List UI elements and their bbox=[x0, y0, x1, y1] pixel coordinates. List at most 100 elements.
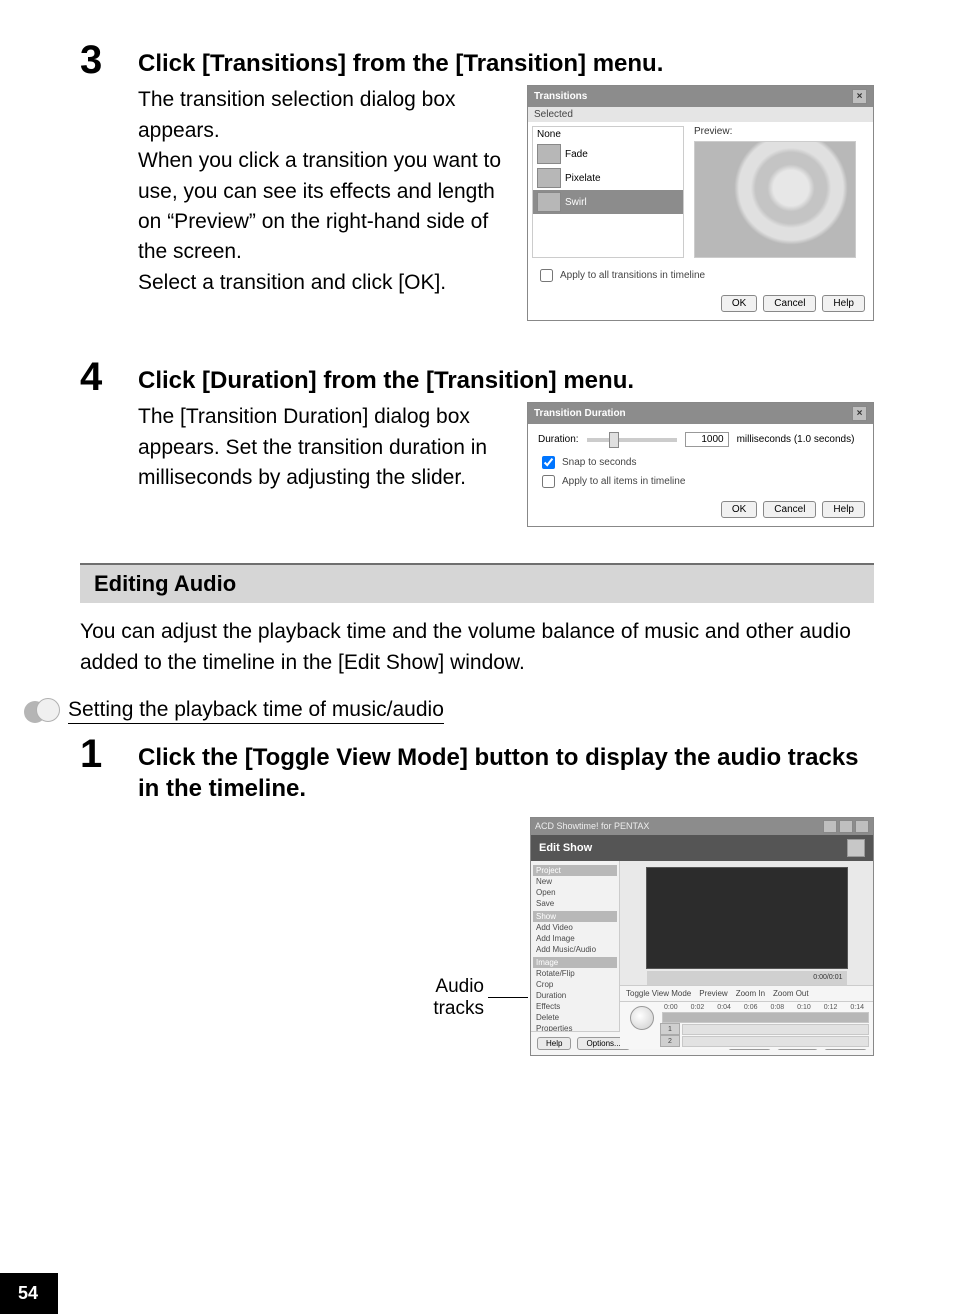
header-title: Edit Show bbox=[539, 842, 592, 854]
window-header: Edit Show bbox=[531, 835, 873, 861]
dial-icon[interactable] bbox=[630, 1006, 654, 1030]
video-track-bar[interactable] bbox=[662, 1012, 869, 1023]
window-body: Project New Open Save Show Add Video Add… bbox=[531, 861, 873, 1031]
step-number: 4 bbox=[80, 357, 138, 397]
maximize-icon[interactable] bbox=[839, 820, 853, 833]
transition-item-pixelate[interactable]: Pixelate bbox=[533, 166, 683, 190]
playbar[interactable]: 0:00/0:01 bbox=[647, 971, 847, 985]
help-button[interactable]: Help bbox=[537, 1037, 571, 1050]
audio-track-2[interactable]: 2 bbox=[660, 1036, 869, 1047]
step-row: The [Transition Duration] dialog box app… bbox=[138, 402, 874, 527]
preview-button[interactable]: Preview bbox=[699, 989, 727, 998]
transition-item-swirl[interactable]: Swirl bbox=[533, 190, 683, 214]
duration-input[interactable]: 1000 bbox=[685, 432, 729, 447]
sidebar-item-open[interactable]: Open bbox=[533, 887, 617, 898]
sidebar-item-addmusic[interactable]: Add Music/Audio bbox=[533, 944, 617, 955]
timeline-rows: 0:00 0:02 0:04 0:06 0:08 0:10 0:12 0:14 bbox=[660, 1004, 869, 1047]
audio-track-1[interactable]: 1 bbox=[660, 1024, 869, 1035]
ok-button[interactable]: OK bbox=[721, 295, 757, 312]
dialog-title: Transition Duration bbox=[534, 408, 626, 419]
sidebar-item-effects[interactable]: Effects bbox=[533, 1001, 617, 1012]
header-icon[interactable] bbox=[847, 839, 865, 857]
footer-left: Help Options... bbox=[537, 1037, 630, 1050]
audio-track-bar[interactable] bbox=[682, 1036, 869, 1047]
apply-all-checkbox[interactable]: Apply to all transitions in timeline bbox=[536, 266, 705, 285]
dialog-buttons: OK Cancel Help bbox=[528, 289, 873, 320]
dialog-section-label: Selected bbox=[528, 107, 873, 122]
checkbox-input[interactable] bbox=[542, 475, 555, 488]
checkbox-label: Snap to seconds bbox=[562, 457, 637, 468]
duration-label: Duration: bbox=[538, 434, 579, 445]
dialog-titlebar: Transitions × bbox=[528, 86, 873, 107]
minimize-icon[interactable] bbox=[823, 820, 837, 833]
transition-list[interactable]: None Fade Pixelate bbox=[532, 126, 684, 258]
track-label: 1 bbox=[660, 1023, 680, 1035]
transitions-dialog: Transitions × Selected None Fade bbox=[527, 85, 874, 321]
cancel-button[interactable]: Cancel bbox=[763, 295, 816, 312]
checkbox-input[interactable] bbox=[540, 269, 553, 282]
zoom-out-button[interactable]: Zoom Out bbox=[773, 989, 809, 998]
sidebar-group-project: Project bbox=[533, 865, 617, 876]
snap-checkbox[interactable]: Snap to seconds bbox=[538, 453, 637, 472]
ruler-tick: 0:02 bbox=[691, 1004, 705, 1011]
step-text: The transition selection dialog box appe… bbox=[138, 85, 509, 298]
step-4: 4 Click [Duration] from the [Transition]… bbox=[80, 357, 874, 527]
sidebar-group-image: Image bbox=[533, 957, 617, 968]
section-heading: Editing Audio bbox=[80, 563, 874, 603]
dialog-title: Transitions bbox=[534, 91, 587, 102]
sidebar-item-save[interactable]: Save bbox=[533, 898, 617, 909]
apply-all-checkbox[interactable]: Apply to all items in timeline bbox=[538, 472, 685, 491]
step-title: Click the [Toggle View Mode] button to d… bbox=[138, 742, 874, 804]
zoom-in-button[interactable]: Zoom In bbox=[736, 989, 765, 998]
video-track[interactable] bbox=[660, 1012, 869, 1023]
cancel-button[interactable]: Cancel bbox=[763, 501, 816, 518]
sidebar-item-addimage[interactable]: Add Image bbox=[533, 933, 617, 944]
sidebar-item-new[interactable]: New bbox=[533, 876, 617, 887]
preview-image bbox=[646, 867, 848, 969]
toggle-view-button[interactable]: Toggle View Mode bbox=[626, 989, 691, 998]
ruler-tick: 0:04 bbox=[717, 1004, 731, 1011]
sidebar-item-duration[interactable]: Duration bbox=[533, 990, 617, 1001]
step-body: Click the [Toggle View Mode] button to d… bbox=[138, 734, 874, 1055]
timeline-dial bbox=[624, 1004, 660, 1032]
transition-thumb-icon bbox=[537, 144, 561, 164]
help-button[interactable]: Help bbox=[822, 295, 865, 312]
slider-knob-icon[interactable] bbox=[609, 432, 619, 448]
step-number: 1 bbox=[80, 734, 138, 774]
sidebar-item-rotate[interactable]: Rotate/Flip bbox=[533, 968, 617, 979]
checkbox-input[interactable] bbox=[542, 456, 555, 469]
close-icon[interactable] bbox=[855, 820, 869, 833]
step-3: 3 Click [Transitions] from the [Transiti… bbox=[80, 40, 874, 321]
step-title: Click [Duration] from the [Transition] m… bbox=[138, 365, 874, 396]
subheading-row: Setting the playback time of music/audio bbox=[80, 698, 874, 724]
close-icon[interactable]: × bbox=[852, 406, 867, 421]
transition-item-fade[interactable]: Fade bbox=[533, 142, 683, 166]
sidebar-item-addvideo[interactable]: Add Video bbox=[533, 922, 617, 933]
sidebar-item-delete[interactable]: Delete bbox=[533, 1012, 617, 1023]
edit-show-window: ACD Showtime! for PENTAX Edit Show bbox=[530, 817, 874, 1056]
main-pane: 0:00/0:01 Toggle View Mode Preview Zoom … bbox=[620, 861, 873, 1031]
transition-item-none[interactable]: None bbox=[533, 127, 683, 142]
ruler-tick: 0:12 bbox=[824, 1004, 838, 1011]
transition-thumb-icon bbox=[537, 168, 561, 188]
duration-units: milliseconds (1.0 seconds) bbox=[737, 434, 855, 445]
timeline: 0:00 0:02 0:04 0:06 0:08 0:10 0:12 0:14 bbox=[620, 1002, 873, 1049]
audio-track-bar[interactable] bbox=[682, 1024, 869, 1035]
sidebar-group-show: Show bbox=[533, 911, 617, 922]
duration-row: Duration: 1000 milliseconds (1.0 seconds… bbox=[538, 432, 863, 447]
playtime: 0:00/0:01 bbox=[813, 974, 842, 981]
ok-button[interactable]: OK bbox=[721, 501, 757, 518]
close-icon[interactable]: × bbox=[852, 89, 867, 104]
sidebar-item-crop[interactable]: Crop bbox=[533, 979, 617, 990]
help-button[interactable]: Help bbox=[822, 501, 865, 518]
dialog-footer: Apply to all transitions in timeline bbox=[528, 262, 873, 289]
ruler-tick: 0:14 bbox=[850, 1004, 864, 1011]
duration-slider[interactable] bbox=[587, 438, 677, 442]
transition-label: Swirl bbox=[565, 197, 587, 208]
timeline-ruler: 0:00 0:02 0:04 0:06 0:08 0:10 0:12 0:14 bbox=[660, 1004, 869, 1011]
ruler-tick: 0:06 bbox=[744, 1004, 758, 1011]
page-number: 54 bbox=[0, 1273, 58, 1314]
sidebar-item-properties[interactable]: Properties bbox=[533, 1023, 617, 1031]
window-titlebar: ACD Showtime! for PENTAX bbox=[531, 818, 873, 835]
app-title: ACD Showtime! for PENTAX bbox=[535, 821, 649, 831]
